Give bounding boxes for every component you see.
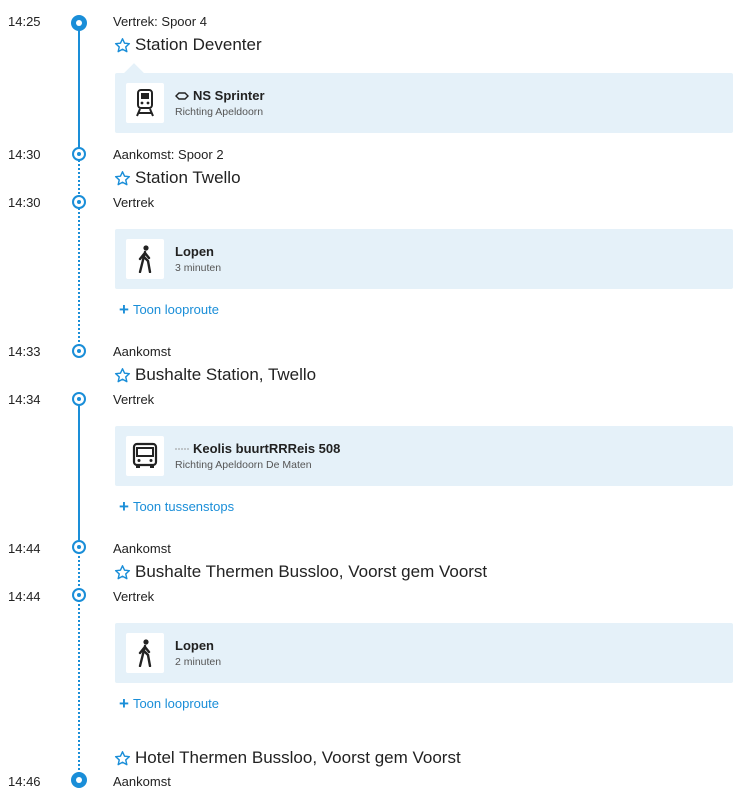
stop-name: Bushalte Thermen Bussloo, Voorst gem Voo… xyxy=(114,562,487,582)
timeline-node-start xyxy=(71,15,87,31)
leg-card-train[interactable]: NS Sprinter Richting Apeldoorn xyxy=(115,63,733,133)
card-title: NS Sprinter xyxy=(175,88,265,103)
timeline-node xyxy=(72,195,86,209)
link-text[interactable]: Toon looproute xyxy=(133,302,219,317)
timeline-node xyxy=(72,588,86,602)
show-walking-route-link[interactable]: + Toon looproute xyxy=(119,694,219,713)
platform-label: Vertrek: Spoor 4 xyxy=(113,14,207,29)
timeline-node-end xyxy=(71,772,87,788)
plus-icon: + xyxy=(119,497,129,516)
stop-name-text[interactable]: Bushalte Station, Twello xyxy=(135,365,316,385)
walking-icon xyxy=(126,633,164,673)
link-text[interactable]: Toon looproute xyxy=(133,696,219,711)
departure-time: 14:25 xyxy=(8,14,41,29)
card-title-text: Lopen xyxy=(175,638,214,653)
stop-name: Station Twello xyxy=(114,168,241,188)
stop-name-text[interactable]: Bushalte Thermen Bussloo, Voorst gem Voo… xyxy=(135,562,487,582)
card-duration: 2 minuten xyxy=(175,656,222,668)
card-direction: Richting Apeldoorn xyxy=(175,106,264,118)
timeline-node xyxy=(72,344,86,358)
show-walking-route-link[interactable]: + Toon looproute xyxy=(119,300,219,319)
departure-time: 14:44 xyxy=(8,589,41,604)
ns-logo-icon xyxy=(175,91,189,100)
walking-icon xyxy=(126,239,164,279)
plus-icon: + xyxy=(119,300,129,319)
favorite-star-icon[interactable] xyxy=(114,750,131,767)
card-direction: Richting Apeldoorn De Maten xyxy=(175,459,312,471)
card-title-text: NS Sprinter xyxy=(193,88,265,103)
stop-name-text[interactable]: Station Deventer xyxy=(135,35,262,55)
arrival-time: 14:33 xyxy=(8,344,41,359)
card-title: Lopen xyxy=(175,244,214,259)
departure-time: 14:34 xyxy=(8,392,41,407)
timeline-segment-walk xyxy=(78,160,80,350)
leg-card-walk[interactable]: Lopen 2 minuten xyxy=(115,623,733,683)
favorite-star-icon[interactable] xyxy=(114,37,131,54)
arrival-label: Aankomst xyxy=(113,541,171,556)
destination-name: Hotel Thermen Bussloo, Voorst gem Voorst xyxy=(114,748,461,768)
timeline-node xyxy=(72,540,86,554)
stop-name-text[interactable]: Station Twello xyxy=(135,168,241,188)
departure-time: 14:30 xyxy=(8,195,41,210)
bus-icon xyxy=(126,436,164,476)
timeline-segment-walk xyxy=(78,552,80,778)
timeline-node xyxy=(72,147,86,161)
card-duration: 3 minuten xyxy=(175,262,222,274)
arrival-time: 14:46 xyxy=(8,774,41,789)
timeline-node xyxy=(72,392,86,406)
platform-label: Aankomst: Spoor 2 xyxy=(113,147,224,162)
arrival-label: Aankomst xyxy=(113,774,171,789)
arrival-label: Aankomst xyxy=(113,344,171,359)
departure-label: Vertrek xyxy=(113,392,155,407)
favorite-star-icon[interactable] xyxy=(114,170,131,187)
departure-label: Vertrek xyxy=(113,589,155,604)
arrival-time: 14:44 xyxy=(8,541,41,556)
stop-name: Bushalte Station, Twello xyxy=(114,365,316,385)
card-title-text: Keolis buurtRRReis 508 xyxy=(193,441,341,456)
arrival-time: 14:30 xyxy=(8,147,41,162)
card-title-text: Lopen xyxy=(175,244,214,259)
train-icon xyxy=(126,83,164,123)
card-title: Lopen xyxy=(175,638,214,653)
stop-name-text[interactable]: Hotel Thermen Bussloo, Voorst gem Voorst xyxy=(135,748,461,768)
card-title: Keolis buurtRRReis 508 xyxy=(175,441,340,456)
timeline-segment-bus xyxy=(78,398,80,546)
leg-card-walk[interactable]: Lopen 3 minuten xyxy=(115,229,733,289)
stop-name: Station Deventer xyxy=(114,35,262,55)
leg-card-bus[interactable]: Keolis buurtRRReis 508 Richting Apeldoor… xyxy=(115,426,733,486)
favorite-star-icon[interactable] xyxy=(114,367,131,384)
show-intermediate-stops-link[interactable]: + Toon tussenstops xyxy=(119,497,234,516)
card-notch xyxy=(124,63,144,83)
link-text[interactable]: Toon tussenstops xyxy=(133,499,234,514)
timeline-segment-train xyxy=(78,24,80,154)
departure-label: Vertrek xyxy=(113,195,155,210)
keolis-logo-icon xyxy=(175,448,189,449)
plus-icon: + xyxy=(119,694,129,713)
favorite-star-icon[interactable] xyxy=(114,564,131,581)
